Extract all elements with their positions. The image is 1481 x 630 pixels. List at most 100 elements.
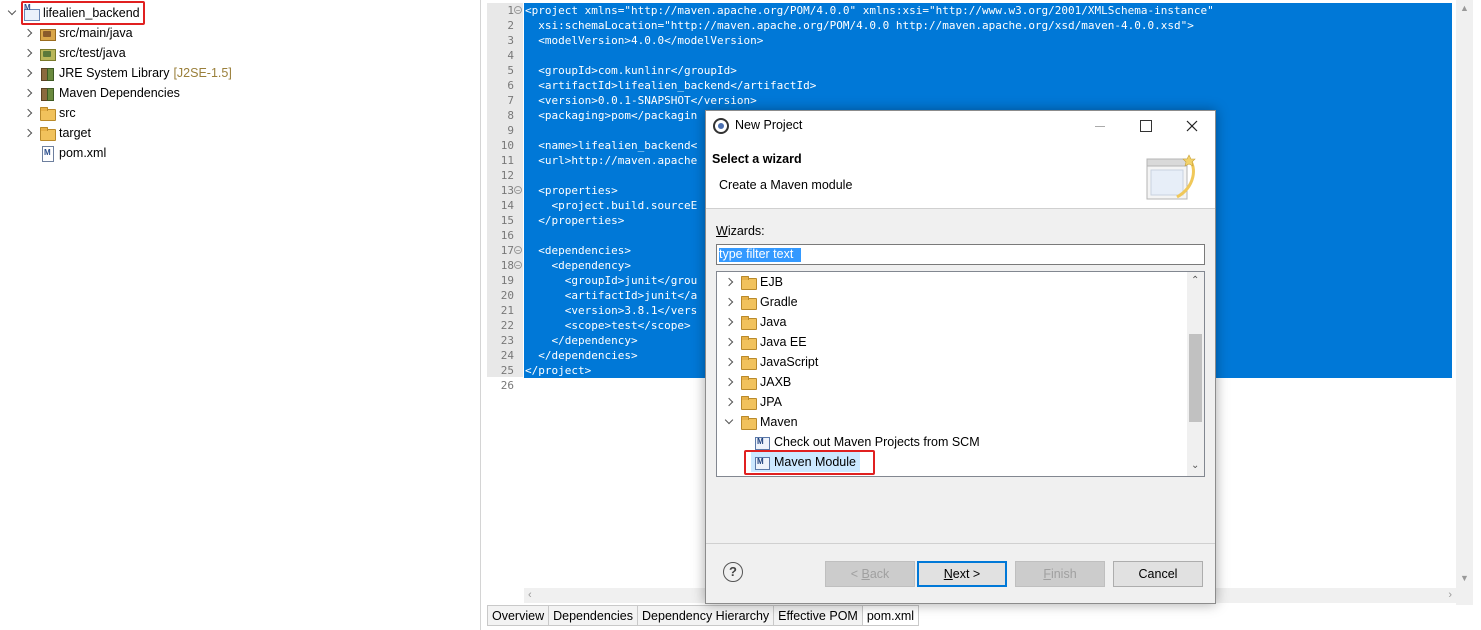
dialog-title: New Project xyxy=(735,118,803,132)
code-line[interactable]: <scope>test</scope> xyxy=(525,318,691,333)
chevron-right-icon[interactable] xyxy=(723,352,737,372)
tree-item-java[interactable]: Java xyxy=(723,312,786,332)
tree-item-jaxb[interactable]: JAXB xyxy=(723,372,791,392)
banner-description: Create a Maven module xyxy=(719,178,853,192)
code-line[interactable]: <project.build.sourceE xyxy=(525,198,697,213)
line-number: 10 xyxy=(500,139,514,152)
tree-item-maven-dependencies[interactable]: Maven Dependencies xyxy=(22,83,180,103)
chevron-right-icon[interactable] xyxy=(723,292,737,312)
help-button[interactable]: ? xyxy=(723,562,743,582)
eclipse-icon xyxy=(713,118,729,134)
tree-item-project[interactable]: lifealien_backend xyxy=(6,3,140,23)
chevron-right-icon[interactable] xyxy=(22,63,36,83)
line-number: 25 xyxy=(500,364,514,377)
scroll-down-icon[interactable]: ▼ xyxy=(1460,573,1469,583)
code-line[interactable]: <modelVersion>4.0.0</modelVersion> xyxy=(525,33,763,48)
tree-item-pom-xml[interactable]: pom.xml xyxy=(22,143,106,163)
tree-item-maven[interactable]: Maven xyxy=(723,412,798,432)
wizard-tree-scrollbar[interactable]: ⌃ ⌄ xyxy=(1187,272,1204,476)
fold-toggle-icon[interactable]: − xyxy=(514,186,522,195)
tab-pom-xml[interactable]: pom.xml xyxy=(861,605,920,626)
tab-dependency-hierarchy[interactable]: Dependency Hierarchy xyxy=(637,605,774,626)
code-line[interactable]: <dependency> xyxy=(525,258,630,273)
line-number: 18 xyxy=(500,259,514,272)
line-number: 16 xyxy=(500,229,514,242)
tree-item-jre-library[interactable]: JRE System Library [J2SE-1.5] xyxy=(22,63,232,83)
line-number: 13 xyxy=(500,184,514,197)
scroll-up-icon[interactable]: ⌃ xyxy=(1191,275,1199,286)
code-line[interactable]: <dependencies> xyxy=(525,243,631,258)
chevron-right-icon[interactable] xyxy=(723,312,737,332)
tree-item-target[interactable]: target xyxy=(22,123,91,143)
chevron-right-icon[interactable] xyxy=(22,103,36,123)
tree-item-javascript[interactable]: JavaScript xyxy=(723,352,818,372)
chevron-right-icon[interactable] xyxy=(723,392,737,412)
code-line[interactable]: <artifactId>lifealien_backend</artifactI… xyxy=(525,78,816,93)
code-line[interactable]: <artifactId>junit</a xyxy=(525,288,697,303)
maven-wizard-icon xyxy=(754,434,770,450)
fold-toggle-icon[interactable]: − xyxy=(514,261,522,270)
code-line[interactable]: <url>http://maven.apache xyxy=(525,153,697,168)
code-line[interactable]: <groupId>junit</grou xyxy=(525,273,697,288)
chevron-right-icon[interactable] xyxy=(723,332,737,352)
code-line[interactable]: <name>lifealien_backend< xyxy=(525,138,697,153)
tree-item-label: JRE System Library xyxy=(59,66,170,80)
chevron-right-icon[interactable] xyxy=(22,123,36,143)
chevron-right-icon[interactable] xyxy=(22,43,36,63)
close-button[interactable] xyxy=(1169,111,1215,141)
tree-item-checkout-maven-scm[interactable]: Check out Maven Projects from SCM xyxy=(737,432,980,452)
scroll-up-icon[interactable]: ▲ xyxy=(1460,3,1469,13)
chevron-right-icon[interactable] xyxy=(22,23,36,43)
line-number: 6 xyxy=(507,79,514,92)
code-line[interactable]: </dependency> xyxy=(525,333,637,348)
tree-item-label: target xyxy=(59,126,91,140)
tab-overview[interactable]: Overview xyxy=(487,605,549,626)
folder-icon xyxy=(740,354,757,370)
scroll-right-icon[interactable]: › xyxy=(1448,589,1452,601)
code-line[interactable]: xsi:schemaLocation="http://maven.apache.… xyxy=(525,18,1194,33)
code-line[interactable]: </dependencies> xyxy=(525,348,637,363)
tab-effective-pom[interactable]: Effective POM xyxy=(773,605,862,626)
tree-item-src[interactable]: src xyxy=(22,103,76,123)
back-button[interactable]: < Back xyxy=(825,561,915,587)
tree-item-src-test-java[interactable]: src/test/java xyxy=(22,43,126,63)
minimize-button[interactable] xyxy=(1077,111,1123,141)
scrollbar-thumb[interactable] xyxy=(1189,334,1202,422)
dialog-titlebar[interactable]: New Project xyxy=(706,111,1215,141)
chevron-down-icon[interactable] xyxy=(6,3,20,23)
tab-dependencies[interactable]: Dependencies xyxy=(548,605,638,626)
tree-item-java-ee[interactable]: Java EE xyxy=(723,332,807,352)
line-number: 23 xyxy=(500,334,514,347)
next-button[interactable]: Next > xyxy=(917,561,1007,587)
cancel-button[interactable]: Cancel xyxy=(1113,561,1203,587)
code-line[interactable]: </project> xyxy=(525,363,591,378)
finish-button[interactable]: Finish xyxy=(1015,561,1105,587)
code-line[interactable]: <version>3.8.1</vers xyxy=(525,303,697,318)
code-line[interactable]: </properties> xyxy=(525,213,624,228)
code-line[interactable]: <groupId>com.kunlinr</groupId> xyxy=(525,63,737,78)
chevron-down-icon[interactable] xyxy=(723,412,737,432)
chevron-right-icon[interactable] xyxy=(723,372,737,392)
tree-item-gradle[interactable]: Gradle xyxy=(723,292,798,312)
editor-vertical-scrollbar[interactable]: ▲ ▼ xyxy=(1456,0,1473,605)
scroll-left-icon[interactable]: ‹ xyxy=(528,589,532,601)
wizard-tree[interactable]: EJB Gradle Java Java EE JavaScript JAXB xyxy=(716,271,1205,477)
code-line[interactable]: <version>0.0.1-SNAPSHOT</version> xyxy=(525,93,757,108)
tree-item-maven-module[interactable]: Maven Module xyxy=(751,452,860,472)
scroll-down-icon[interactable]: ⌄ xyxy=(1191,460,1199,471)
folder-icon xyxy=(740,274,757,290)
line-number: 2 xyxy=(507,19,514,32)
code-line[interactable]: <properties> xyxy=(525,183,617,198)
chevron-right-icon[interactable] xyxy=(22,83,36,103)
fold-toggle-icon[interactable]: − xyxy=(514,6,522,15)
tree-item-jpa[interactable]: JPA xyxy=(723,392,782,412)
code-line[interactable]: <project xmlns="http://maven.apache.org/… xyxy=(525,3,1214,18)
folder-icon xyxy=(740,374,757,390)
tree-item-src-main-java[interactable]: src/main/java xyxy=(22,23,133,43)
fold-toggle-icon[interactable]: − xyxy=(514,246,522,255)
tree-item-ejb[interactable]: EJB xyxy=(723,272,783,292)
line-number: 15 xyxy=(500,214,514,227)
code-line[interactable]: <packaging>pom</packagin xyxy=(525,108,697,123)
maximize-button[interactable] xyxy=(1123,111,1169,141)
chevron-right-icon[interactable] xyxy=(723,272,737,292)
